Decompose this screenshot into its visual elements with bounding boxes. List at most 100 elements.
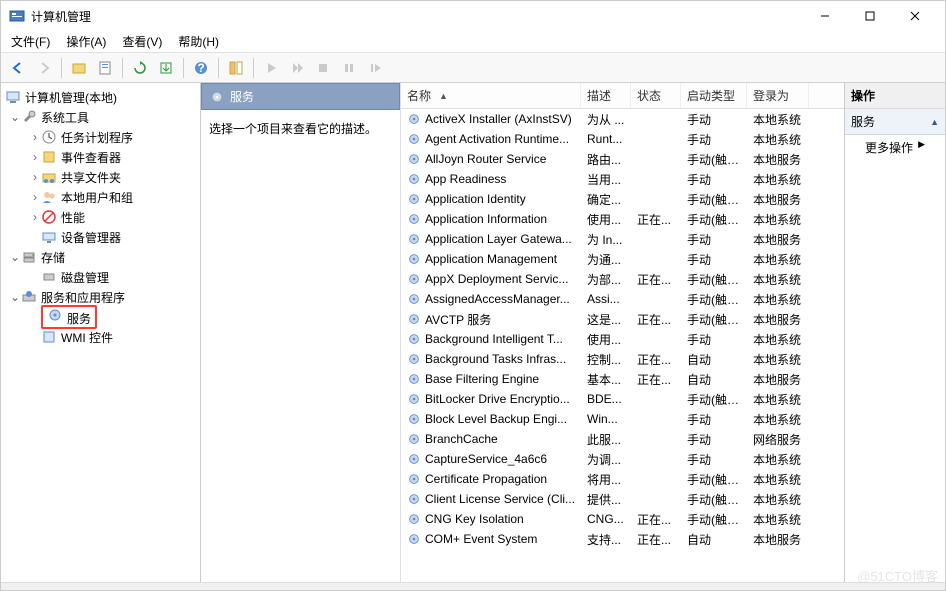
- service-name: AllJoyn Router Service: [425, 152, 546, 166]
- properties-button[interactable]: [94, 57, 116, 79]
- refresh-button[interactable]: [129, 57, 151, 79]
- expand-icon[interactable]: ›: [29, 210, 41, 224]
- tree-task-scheduler[interactable]: ›任务计划程序: [3, 127, 198, 147]
- col-desc[interactable]: 描述: [581, 83, 631, 108]
- service-row[interactable]: Client License Service (Cli...提供...手动(触发…: [401, 489, 844, 509]
- play-all-button[interactable]: [286, 57, 308, 79]
- gear-icon: [407, 232, 421, 246]
- close-button[interactable]: [892, 1, 937, 31]
- service-row[interactable]: AppX Deployment Servic...为部...正在...手动(触发…: [401, 269, 844, 289]
- tree-services-apps[interactable]: ⌄服务和应用程序: [3, 287, 198, 307]
- service-row[interactable]: Certificate Propagation将用...手动(触发...本地系统: [401, 469, 844, 489]
- service-row[interactable]: AssignedAccessManager...Assi...手动(触发...本…: [401, 289, 844, 309]
- menu-action[interactable]: 操作(A): [60, 31, 112, 52]
- tree-services[interactable]: ›服务: [3, 307, 198, 327]
- service-row[interactable]: App Readiness当用...手动本地系统: [401, 169, 844, 189]
- export-list-button[interactable]: [155, 57, 177, 79]
- collapse-icon[interactable]: ⌄: [9, 110, 21, 124]
- menu-view[interactable]: 查看(V): [116, 31, 168, 52]
- gear-icon: [407, 292, 421, 306]
- service-row[interactable]: Application Layer Gatewa...为 In...手动本地服务: [401, 229, 844, 249]
- service-row[interactable]: CaptureService_4a6c6为调...手动本地系统: [401, 449, 844, 469]
- services-list[interactable]: 名称▲ 描述 状态 启动类型 登录为 ActiveX Installer (Ax…: [401, 83, 844, 582]
- collapse-icon[interactable]: ⌄: [9, 250, 21, 264]
- col-logon[interactable]: 登录为: [747, 83, 809, 108]
- gear-icon: [407, 272, 421, 286]
- service-startup: 手动(触发...: [681, 271, 747, 288]
- expand-icon[interactable]: ›: [29, 170, 41, 184]
- tree-label: 存储: [41, 249, 65, 266]
- service-status: 正在...: [631, 271, 681, 288]
- menu-file[interactable]: 文件(F): [5, 31, 56, 52]
- service-row[interactable]: Block Level Backup Engi...Win...手动本地系统: [401, 409, 844, 429]
- service-row[interactable]: COM+ Event System支持...正在...自动本地服务: [401, 529, 844, 549]
- actions-section[interactable]: 服务 ▲: [845, 109, 945, 135]
- forward-button[interactable]: [33, 57, 55, 79]
- service-row[interactable]: Background Intelligent T...使用...手动本地系统: [401, 329, 844, 349]
- service-logon: 本地系统: [747, 251, 809, 268]
- svg-text:?: ?: [197, 61, 204, 75]
- tree-shared-folders[interactable]: ›共享文件夹: [3, 167, 198, 187]
- tree-disk-management[interactable]: ›磁盘管理: [3, 267, 198, 287]
- service-logon: 本地服务: [747, 191, 809, 208]
- maximize-button[interactable]: [847, 1, 892, 31]
- service-row[interactable]: BitLocker Drive Encryptio...BDE...手动(触发.…: [401, 389, 844, 409]
- service-row[interactable]: AVCTP 服务这是...正在...手动(触发...本地服务: [401, 309, 844, 329]
- back-button[interactable]: [7, 57, 29, 79]
- service-startup: 手动: [681, 451, 747, 468]
- menu-help[interactable]: 帮助(H): [172, 31, 225, 52]
- service-name: Agent Activation Runtime...: [425, 132, 569, 146]
- restart-button[interactable]: [364, 57, 386, 79]
- service-row[interactable]: Application Identity确定...手动(触发...本地服务: [401, 189, 844, 209]
- tree-local-users[interactable]: › 本地用户和组: [3, 187, 198, 207]
- col-status[interactable]: 状态: [631, 83, 681, 108]
- service-startup: 手动(触发...: [681, 291, 747, 308]
- actions-more[interactable]: 更多操作 ▶: [845, 135, 945, 160]
- stop-button[interactable]: [312, 57, 334, 79]
- col-startup[interactable]: 启动类型: [681, 83, 747, 108]
- up-button[interactable]: [68, 57, 90, 79]
- tree-system-tools[interactable]: ⌄ 系统工具: [3, 107, 198, 127]
- service-row[interactable]: AllJoyn Router Service路由...手动(触发...本地服务: [401, 149, 844, 169]
- play-button[interactable]: [260, 57, 282, 79]
- gear-icon: [407, 212, 421, 226]
- tree-root[interactable]: 计算机管理(本地): [3, 87, 198, 107]
- service-row[interactable]: Agent Activation Runtime...Runt...手动本地系统: [401, 129, 844, 149]
- tree-event-viewer[interactable]: ›事件查看器: [3, 147, 198, 167]
- service-row[interactable]: CNG Key IsolationCNG...正在...手动(触发...本地系统: [401, 509, 844, 529]
- service-row[interactable]: ActiveX Installer (AxInstSV)为从 ...手动本地系统: [401, 109, 844, 129]
- service-desc: Runt...: [581, 132, 631, 146]
- service-row[interactable]: Background Tasks Infras...控制...正在...自动本地…: [401, 349, 844, 369]
- col-name[interactable]: 名称▲: [401, 83, 581, 108]
- service-desc: 为调...: [581, 451, 631, 468]
- service-row[interactable]: Application Management为通...手动本地系统: [401, 249, 844, 269]
- expand-icon[interactable]: ›: [29, 190, 41, 204]
- folder-share-icon: [41, 169, 57, 185]
- service-name: BitLocker Drive Encryptio...: [425, 392, 570, 406]
- service-row[interactable]: Base Filtering Engine基本...正在...自动本地服务: [401, 369, 844, 389]
- pause-button[interactable]: [338, 57, 360, 79]
- collapse-icon[interactable]: ⌄: [9, 290, 21, 304]
- service-startup: 手动(触发...: [681, 211, 747, 228]
- expand-icon[interactable]: ›: [29, 130, 41, 144]
- tree-wmi[interactable]: ›WMI 控件: [3, 327, 198, 347]
- expand-icon[interactable]: ›: [29, 150, 41, 164]
- service-startup: 手动(触发...: [681, 311, 747, 328]
- services-apps-icon: [21, 289, 37, 305]
- minimize-button[interactable]: [802, 1, 847, 31]
- tree-label: 本地用户和组: [61, 189, 133, 206]
- navigation-tree[interactable]: 计算机管理(本地) ⌄ 系统工具 ›任务计划程序 ›事件查看器 ›共享文件夹 ›…: [1, 83, 201, 582]
- services-header: 服务: [201, 83, 400, 110]
- service-logon: 本地系统: [747, 171, 809, 188]
- service-status: 正在...: [631, 371, 681, 388]
- tree-storage[interactable]: ⌄ 存储: [3, 247, 198, 267]
- app-icon: [9, 8, 25, 24]
- tree-performance[interactable]: ›性能: [3, 207, 198, 227]
- tree-device-manager[interactable]: ›设备管理器: [3, 227, 198, 247]
- service-status: 正在...: [631, 351, 681, 368]
- show-hide-button[interactable]: [225, 57, 247, 79]
- service-row[interactable]: BranchCache此服...手动网络服务: [401, 429, 844, 449]
- description-pane: 服务 选择一个项目来查看它的描述。: [201, 83, 401, 582]
- service-row[interactable]: Application Information使用...正在...手动(触发..…: [401, 209, 844, 229]
- help-button[interactable]: ?: [190, 57, 212, 79]
